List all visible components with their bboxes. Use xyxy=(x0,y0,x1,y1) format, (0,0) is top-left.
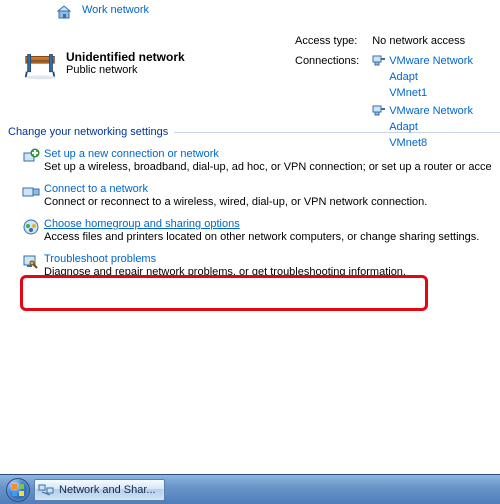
access-type-label: Access type: xyxy=(294,32,369,50)
troubleshoot-desc: Diagnose and repair network problems, or… xyxy=(44,266,496,278)
adapter-link-1[interactable]: VMware Network AdaptVMnet1 xyxy=(389,55,473,99)
unidentified-network-subtitle: Public network xyxy=(66,64,185,76)
taskbar-network-sharing-button[interactable]: Network and Shar... xyxy=(34,479,165,501)
adapter-link-2[interactable]: VMware Network AdaptVMnet8 xyxy=(389,105,473,149)
connect-network-icon xyxy=(22,183,44,208)
troubleshoot-link[interactable]: Troubleshoot problems xyxy=(44,253,156,265)
connect-to-network-desc: Connect or reconnect to a wireless, wire… xyxy=(44,196,496,208)
adapter-icon xyxy=(372,103,389,122)
connect-to-network-link[interactable]: Connect to a network xyxy=(44,183,148,195)
network-center-icon xyxy=(38,482,54,498)
setup-connection-desc: Set up a wireless, broadband, dial-up, a… xyxy=(44,161,496,173)
taskbar-button-label: Network and Shar... xyxy=(59,484,156,496)
network-house-icon xyxy=(50,4,82,20)
connections-label: Connections: xyxy=(294,52,369,152)
bench-icon xyxy=(22,50,66,80)
access-type-value: No network access xyxy=(371,32,498,50)
setup-connection-link[interactable]: Set up a new connection or network xyxy=(44,148,219,160)
callout-highlight xyxy=(20,275,428,311)
homegroup-icon xyxy=(22,218,44,243)
connection-details: Access type: No network access Connectio… xyxy=(292,30,500,154)
homegroup-sharing-link[interactable]: Choose homegroup and sharing options xyxy=(44,218,240,230)
section-title: Change your networking settings xyxy=(8,126,168,138)
troubleshoot-icon xyxy=(22,253,44,278)
unidentified-network-title: Unidentified network xyxy=(66,50,185,64)
homegroup-sharing-desc: Access files and printers located on oth… xyxy=(44,231,496,243)
work-network-link[interactable]: Work network xyxy=(82,4,149,16)
adapter-icon xyxy=(372,53,389,72)
start-button[interactable] xyxy=(6,478,30,502)
new-connection-icon xyxy=(22,148,44,173)
